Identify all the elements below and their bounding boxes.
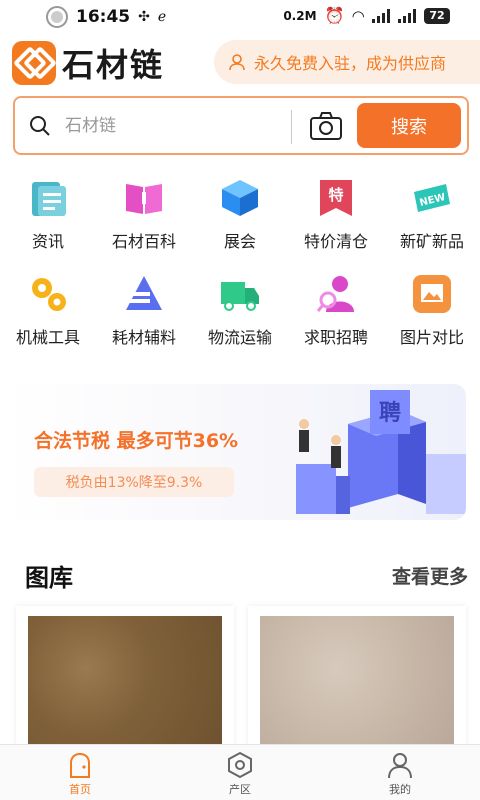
category-label: 新矿新品 (399, 232, 464, 251)
tab-region[interactable]: 产区 (160, 745, 320, 800)
category-label: 机械工具 (15, 328, 80, 347)
banner-sign-text: 聘 (379, 401, 401, 426)
camera-icon[interactable] (309, 110, 343, 142)
unicom-icon: ✣ (138, 9, 150, 25)
wifi-icon: ◠ (352, 6, 364, 25)
search-bar: 搜索 (13, 96, 469, 155)
category-item[interactable]: NEW 新矿新品 (384, 178, 480, 274)
category-item[interactable]: 图片对比 (384, 274, 480, 370)
category-item[interactable]: 求职招聘 (288, 274, 384, 370)
app-header: 石材链 永久免费入驻，成为供应商 (0, 38, 480, 86)
battery-icon: 72 (424, 7, 450, 24)
bottom-tab-bar: 首页 产区 我的 (0, 744, 480, 800)
search-divider (291, 110, 292, 144)
tab-label: 产区 (229, 783, 251, 796)
notification-dot-icon (46, 6, 68, 28)
gears-icon (32, 278, 66, 311)
logo-icon (12, 41, 56, 85)
banner-subtitle: 税负由13%降至9.3% (34, 467, 234, 497)
category-label: 物流运输 (207, 328, 272, 347)
gallery-title: 图库 (25, 564, 73, 592)
join-supplier-label: 永久免费入驻，成为供应商 (254, 54, 447, 73)
truck-icon (221, 282, 259, 311)
search-icon (30, 115, 50, 136)
category-label: 展会 (223, 232, 256, 251)
net-speed: 0.2M (283, 8, 317, 23)
logo: 石材链 (12, 40, 164, 86)
svg-text:特: 特 (328, 186, 343, 204)
category-item[interactable]: 机械工具 (0, 274, 96, 370)
category-item[interactable]: 资讯 (0, 178, 96, 274)
stone-image (260, 616, 454, 748)
gallery-card[interactable] (16, 606, 234, 748)
news-icon (32, 182, 66, 216)
gallery-more-link[interactable]: 查看更多 (392, 562, 468, 589)
job-search-icon (316, 276, 354, 312)
person-icon (388, 753, 412, 779)
telecom-icon: ℯ (157, 9, 167, 25)
search-button[interactable]: 搜索 (357, 103, 461, 148)
tab-profile[interactable]: 我的 (320, 745, 480, 800)
signal-1-icon (372, 8, 390, 23)
category-label: 资讯 (31, 232, 64, 251)
status-bar: 16:45 ✣ ℯ 0.2M ⏰ ◠ 72 (0, 0, 480, 34)
bookmark-special-icon: 特 (320, 180, 352, 216)
user-icon (229, 54, 245, 71)
category-label: 求职招聘 (303, 328, 368, 347)
cube-icon (222, 180, 258, 216)
stone-image (28, 616, 222, 748)
banner-illustration: 聘 (296, 390, 466, 514)
logo-text: 石材链 (62, 46, 165, 84)
category-label: 特价清仓 (303, 232, 368, 251)
category-item[interactable]: 物流运输 (192, 274, 288, 370)
banner-title: 合法节税 最多可节36% (34, 430, 239, 452)
category-label: 石材百科 (111, 232, 176, 251)
category-label: 耗材辅料 (111, 328, 176, 347)
tab-label: 我的 (389, 783, 411, 796)
search-input[interactable] (65, 115, 255, 136)
status-time: 16:45 (76, 7, 131, 27)
category-item[interactable]: 耗材辅料 (96, 274, 192, 370)
category-item[interactable]: 石材百科 (96, 178, 192, 274)
promo-banner[interactable]: 合法节税 最多可节36% 税负由13%降至9.3% 聘 (0, 384, 466, 520)
new-tag-icon: NEW (414, 184, 450, 212)
gallery-card[interactable] (248, 606, 466, 748)
tab-label: 首页 (69, 783, 91, 796)
category-label: 图片对比 (399, 328, 464, 347)
home-icon (70, 752, 90, 778)
join-supplier-button[interactable]: 永久免费入驻，成为供应商 (214, 40, 480, 84)
tab-home[interactable]: 首页 (0, 745, 160, 800)
signal-2-icon (398, 8, 416, 23)
layers-icon (126, 276, 162, 310)
category-item[interactable]: 展会 (192, 178, 288, 274)
image-compare-icon (413, 275, 451, 313)
alarm-icon: ⏰ (324, 6, 345, 25)
hexagon-icon (228, 751, 252, 779)
book-icon (126, 184, 162, 214)
category-item[interactable]: 特 特价清仓 (288, 178, 384, 274)
category-grid: 资讯 石材百科 展会 特 特价清仓 NEW 新矿新品 机械工具 耗材辅料 物流运… (0, 178, 480, 370)
